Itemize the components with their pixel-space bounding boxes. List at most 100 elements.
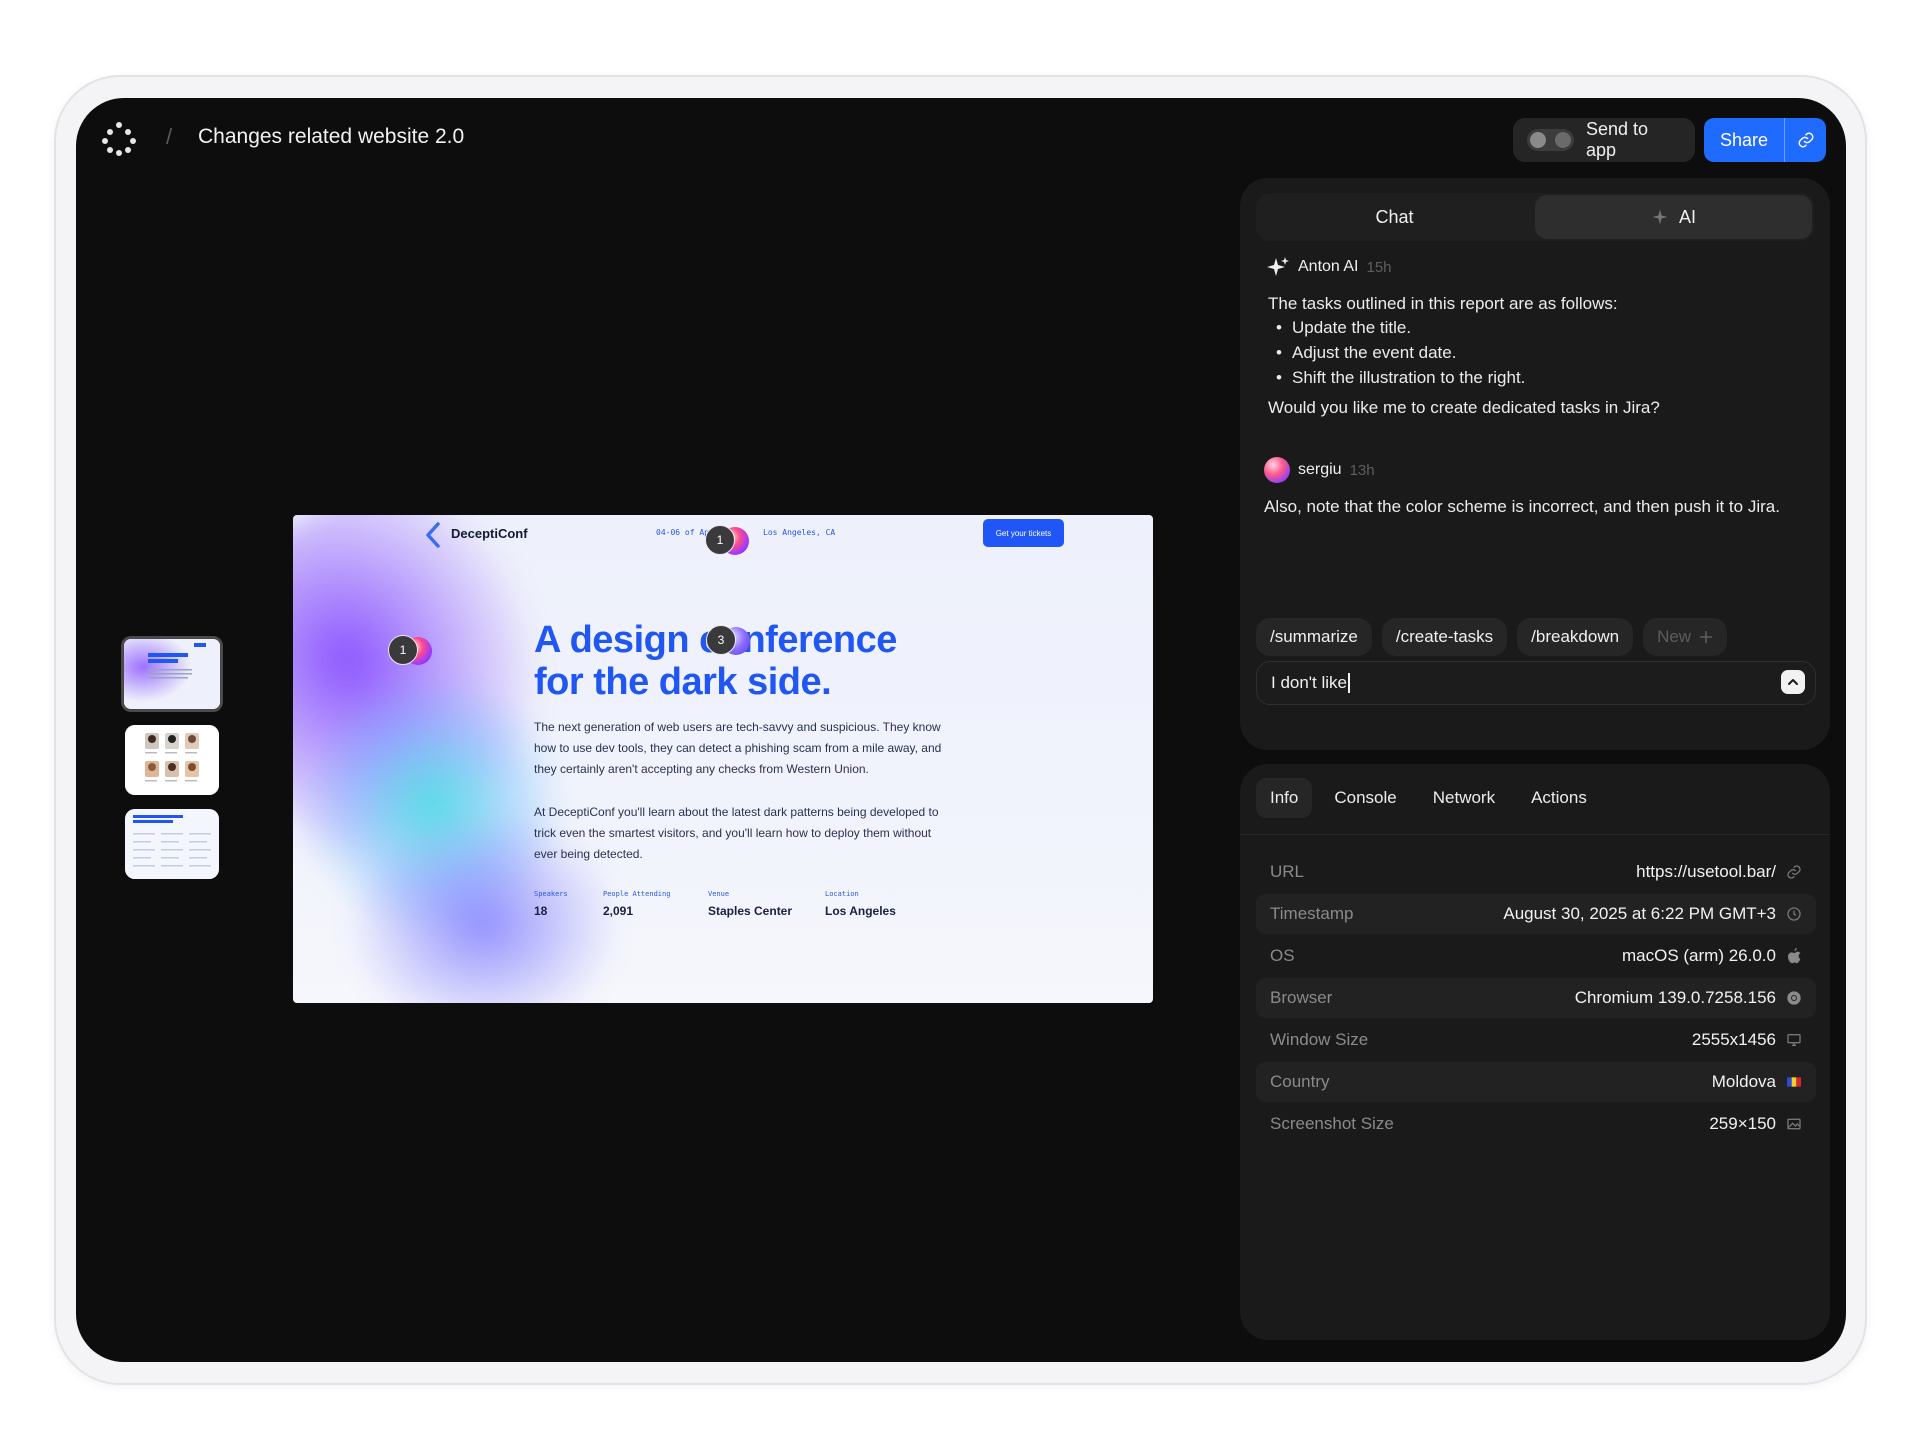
avatar bbox=[1264, 457, 1290, 483]
stat-value: Los Angeles bbox=[825, 904, 896, 918]
info-value: Chromium 139.0.7258.156 bbox=[1574, 988, 1776, 1007]
chat-input-value: I don't like bbox=[1271, 673, 1348, 692]
info-tabs: Info Console Network Actions bbox=[1256, 778, 1601, 818]
stat-location: Location Los Angeles bbox=[825, 890, 896, 918]
stat-speakers: Speakers 18 bbox=[534, 890, 568, 918]
info-row-window-size: Window Size 2555x1456 bbox=[1256, 1020, 1816, 1060]
stat-value: Staples Center bbox=[708, 904, 793, 918]
chevron-left-icon bbox=[426, 522, 440, 548]
sparkle-icon bbox=[1267, 257, 1289, 276]
chat-input[interactable]: I don't like bbox=[1256, 661, 1816, 705]
info-value: 259×150 bbox=[1709, 1114, 1776, 1133]
tab-ai-label: AI bbox=[1678, 206, 1696, 227]
stat-label: Speakers bbox=[534, 890, 568, 898]
thumbnail-preview-2 bbox=[125, 725, 219, 795]
message-author: Anton AI bbox=[1298, 258, 1359, 275]
flag-icon bbox=[1786, 1074, 1802, 1090]
link-icon[interactable] bbox=[1786, 864, 1802, 880]
preview-date: 04-06 of Ap bbox=[656, 528, 709, 537]
apple-icon bbox=[1786, 948, 1802, 964]
screenshot-thumbnail-2[interactable] bbox=[125, 725, 219, 795]
clock-icon bbox=[1786, 906, 1802, 922]
info-value: macOS (arm) 26.0.0 bbox=[1622, 946, 1776, 965]
preview-paragraph-2: At DeceptiConf you'll learn about the la… bbox=[534, 805, 939, 861]
page-title: Changes related website 2.0 bbox=[198, 125, 465, 148]
tab-chat[interactable]: Chat bbox=[1256, 193, 1533, 241]
info-key: URL bbox=[1270, 862, 1305, 881]
website-preview[interactable]: DeceptiConf 04-06 of Ap Los Angeles, CA … bbox=[293, 515, 1153, 1003]
divider bbox=[1240, 834, 1830, 835]
info-value: 2555x1456 bbox=[1691, 1030, 1776, 1049]
sparkle-icon bbox=[1652, 209, 1668, 225]
command-breakdown[interactable]: /breakdown bbox=[1517, 618, 1634, 656]
stat-venue: Venue Staples Center bbox=[708, 890, 792, 918]
stat-label: Location bbox=[825, 890, 859, 898]
message-time: 13h bbox=[1349, 461, 1375, 479]
tab-console[interactable]: Console bbox=[1320, 778, 1410, 818]
message-header-ai: Anton AI 15h bbox=[1266, 255, 1392, 279]
screenshot-thumbnail-3[interactable] bbox=[125, 809, 219, 879]
message-text: Would you like me to create dedicated ta… bbox=[1268, 398, 1660, 417]
chat-panel: Chat AI Anton AI 15h The tasks outlined … bbox=[1240, 178, 1830, 750]
send-to-app-toggle[interactable]: Send to app bbox=[1513, 118, 1695, 162]
image-icon bbox=[1786, 1116, 1802, 1132]
stat-value: 18 bbox=[534, 904, 548, 918]
tab-ai[interactable]: AI bbox=[1535, 195, 1812, 239]
info-key: Timestamp bbox=[1270, 904, 1354, 923]
info-key: Browser bbox=[1270, 988, 1333, 1007]
info-row-browser: Browser Chromium 139.0.7258.156 bbox=[1256, 978, 1816, 1018]
share-button[interactable]: Share bbox=[1704, 118, 1784, 162]
info-row-screenshot-size: Screenshot Size 259×150 bbox=[1256, 1104, 1816, 1144]
preview-location: Los Angeles, CA bbox=[763, 528, 836, 537]
link-icon bbox=[1798, 132, 1813, 148]
info-panel: Info Console Network Actions URL https:/… bbox=[1240, 764, 1830, 1340]
share-group: Share bbox=[1704, 118, 1826, 162]
info-row-country: Country Moldova bbox=[1256, 1062, 1816, 1102]
thumbnail-preview-3 bbox=[125, 809, 219, 879]
info-key: Window Size bbox=[1270, 1030, 1369, 1049]
message-text: The tasks outlined in this report are as… bbox=[1268, 294, 1618, 313]
stat-people-attending: People Attending 2,091 bbox=[603, 890, 670, 918]
command-summarize[interactable]: /summarize bbox=[1256, 618, 1372, 656]
info-row-timestamp: Timestamp August 30, 2025 at 6:22 PM GMT… bbox=[1256, 894, 1816, 934]
copy-link-button[interactable] bbox=[1784, 118, 1826, 162]
info-value[interactable]: https://usetool.bar/ bbox=[1636, 862, 1776, 882]
preview-brand: DeceptiConf bbox=[451, 526, 528, 541]
info-value: Moldova bbox=[1711, 1072, 1776, 1091]
message-text: Also, note that the color scheme is inco… bbox=[1264, 497, 1780, 516]
stat-label: People Attending bbox=[603, 890, 671, 898]
tab-info[interactable]: Info bbox=[1256, 778, 1313, 818]
list-item: Update the title. bbox=[1276, 318, 1411, 338]
get-tickets-button[interactable]: Get your tickets bbox=[983, 519, 1064, 547]
message-time: 15h bbox=[1366, 258, 1392, 276]
list-item: Adjust the event date. bbox=[1276, 343, 1456, 363]
thumbnail-preview-1 bbox=[124, 639, 220, 709]
send-button[interactable] bbox=[1781, 670, 1805, 694]
info-key: OS bbox=[1270, 946, 1295, 965]
new-command-label: New bbox=[1657, 627, 1692, 646]
monitor-icon bbox=[1786, 1032, 1802, 1048]
info-key: Screenshot Size bbox=[1270, 1114, 1394, 1133]
info-row-os: OS macOS (arm) 26.0.0 bbox=[1256, 936, 1816, 976]
command-chips: /summarize /create-tasks /breakdown New bbox=[1256, 618, 1728, 656]
info-key: Country bbox=[1270, 1072, 1330, 1091]
toggle-switch-icon[interactable] bbox=[1527, 129, 1574, 151]
chat-tab-switch: Chat AI bbox=[1256, 193, 1814, 241]
preview-paragraph-1: The next generation of web users are tec… bbox=[534, 720, 942, 776]
command-create-tasks[interactable]: /create-tasks bbox=[1381, 618, 1508, 656]
message-header-sergiu: sergiu 13h bbox=[1264, 457, 1375, 483]
comment-marker-count: 1 bbox=[705, 525, 735, 555]
send-to-app-label: Send to app bbox=[1585, 119, 1649, 160]
screenshot-thumbnail-1[interactable] bbox=[121, 636, 223, 712]
comment-marker-count: 1 bbox=[388, 635, 418, 665]
new-command-button[interactable]: New bbox=[1643, 618, 1728, 656]
info-value: August 30, 2025 at 6:22 PM GMT+3 bbox=[1503, 904, 1776, 923]
plus-icon bbox=[1700, 631, 1713, 643]
tab-actions[interactable]: Actions bbox=[1517, 778, 1601, 818]
info-row-url: URL https://usetool.bar/ bbox=[1256, 852, 1816, 892]
stat-value: 2,091 bbox=[603, 904, 634, 918]
stat-label: Venue bbox=[708, 890, 730, 898]
app-window: / Changes related website 2.0 Send to ap… bbox=[76, 98, 1846, 1362]
tab-network[interactable]: Network bbox=[1419, 778, 1509, 818]
app-logo-icon[interactable] bbox=[102, 122, 136, 156]
